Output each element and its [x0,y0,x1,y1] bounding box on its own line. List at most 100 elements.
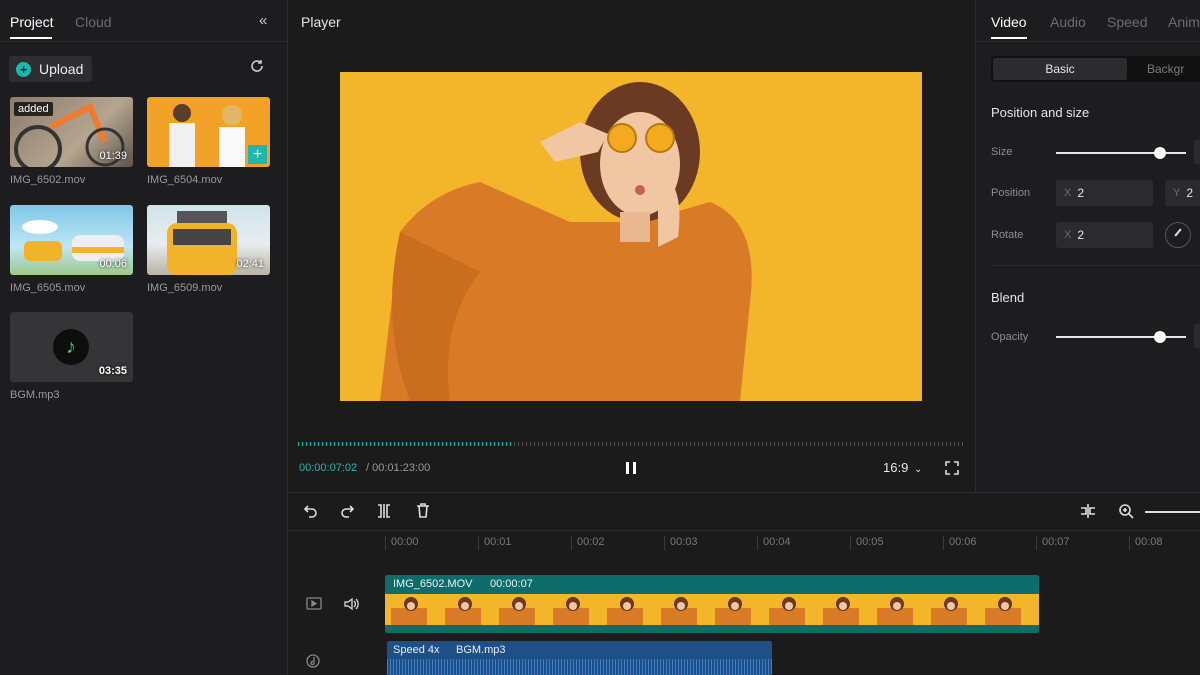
media-thumbnail[interactable]: added 01:39 [10,97,133,167]
added-badge: added [14,102,53,116]
player-title: Player [301,14,341,30]
track-header-area [0,492,288,675]
chevron-down-icon: ⌄ [913,464,923,475]
media-filename: IMG_6504.mov [147,174,223,186]
zoom-slider[interactable] [1145,511,1200,513]
duration-label: 02:41 [236,258,264,270]
inspector-panel: Video Audio Speed Anim Basic Backgr Posi… [975,0,1200,492]
position-y-value: 2 [1186,186,1194,200]
clip-filmstrip [385,594,1039,625]
pause-icon[interactable] [625,461,637,480]
dial-needle [1174,228,1182,237]
refresh-icon[interactable] [249,58,265,79]
ruler-tick: 00:00 [385,536,419,550]
clip-name: IMG_6502.MOV [393,578,473,590]
ruler-tick: 00:04 [757,536,791,550]
opacity-label: Opacity [991,331,1029,343]
rotate-value: 2 [1077,228,1085,242]
scrubber-track[interactable] [298,442,964,446]
current-time: 00:00:07:02 [299,462,358,474]
tab-cloud[interactable]: Cloud [75,14,112,30]
clip-time: 00:00:07 [490,578,533,590]
filmstrip-frames [391,597,1021,625]
ruler-tick: 00:03 [664,536,698,550]
size-value-field[interactable] [1194,140,1200,164]
media-thumbnail[interactable]: + [147,97,270,167]
delete-icon[interactable] [416,503,430,523]
tab-animation[interactable]: Anim [1168,14,1200,30]
double-chevron-left-icon[interactable]: « [259,12,267,29]
add-to-timeline-button[interactable]: + [248,145,267,164]
media-filename: IMG_6509.mov [147,282,223,294]
size-slider-handle[interactable] [1154,147,1166,159]
size-slider[interactable] [1056,147,1186,159]
ruler-tick: 00:08 [1129,536,1163,550]
aspect-ratio-label: 16:9 [883,460,909,475]
audio-track-icon [306,654,320,673]
aspect-ratio-dropdown[interactable]: 16:9 ⌄ [883,460,922,475]
position-y-field[interactable]: Y2 [1165,180,1200,206]
project-panel: Project Cloud « + Upload added 01:39 IMG… [0,0,288,492]
position-label: Position [991,187,1031,199]
split-icon[interactable] [377,504,391,523]
media-thumbnail[interactable]: 02:41 [147,205,270,275]
tab-audio[interactable]: Audio [1050,14,1086,30]
audio-speed-label: Speed 4x [393,644,440,656]
undo-icon[interactable] [303,504,319,523]
ruler-tick: 00:02 [571,536,605,550]
rotate-field[interactable]: X2 [1056,222,1153,248]
scrubber-progress [298,442,512,446]
size-label: Size [991,146,1013,158]
rotate-label: Rotate [991,229,1024,241]
player-panel: Player 00:00:07:02 / 00:01:23:00 16:9 ⌄ [288,0,974,492]
opacity-value-field[interactable] [1194,324,1200,348]
ruler-tick: 00:07 [1036,536,1070,550]
tab-indicator [991,37,1027,39]
divider [0,41,287,42]
video-clip[interactable]: IMG_6502.MOV 00:00:07 [385,575,1039,633]
ruler-tick: 00:06 [943,536,977,550]
audio-clip[interactable]: Speed 4x BGM.mp3 [387,641,772,675]
total-time: / 00:01:23:00 [366,462,431,474]
fullscreen-icon[interactable] [945,461,959,480]
position-x-field[interactable]: X2 [1056,180,1153,206]
media-filename: BGM.mp3 [10,389,60,401]
duration-label: 03:35 [98,365,127,377]
audio-clip-name: BGM.mp3 [456,644,506,656]
tab-speed[interactable]: Speed [1107,14,1147,30]
upload-label: Upload [39,61,84,77]
video-preview[interactable] [340,72,922,401]
tab-video[interactable]: Video [991,14,1027,30]
tab-project[interactable]: Project [10,14,54,30]
redo-icon[interactable] [339,504,355,523]
media-thumbnail[interactable]: ♪ 03:35 [10,312,133,382]
upload-button[interactable]: + Upload [9,56,92,82]
zoom-in-icon[interactable] [1118,503,1134,524]
subtab-background[interactable]: Backgr [1147,58,1184,80]
media-thumbnail[interactable]: 00:06 [10,205,133,275]
duration-label: 01:39 [99,150,127,162]
media-filename: IMG_6502.mov [10,174,86,186]
blend-heading: Blend [991,290,1025,305]
opacity-slider-handle[interactable] [1154,331,1166,343]
media-filename: IMG_6505.mov [10,282,86,294]
speaker-icon[interactable] [343,597,359,616]
woman-photo [380,82,752,401]
tab-indicator [10,37,52,39]
position-size-heading: Position and size [991,105,1090,120]
audio-waveform [387,659,772,675]
duration-label: 00:06 [99,258,127,270]
y-axis-label: Y [1173,187,1181,199]
music-note-icon: ♪ [53,329,89,365]
ruler-tick: 00:01 [478,536,512,550]
divider [976,41,1200,42]
subtab-basic[interactable]: Basic [993,58,1127,80]
x-axis-label: X [1064,229,1072,241]
divider [288,530,1200,531]
divider [991,265,1200,266]
rotate-dial-icon[interactable] [1165,222,1191,248]
snap-icon[interactable] [1080,504,1096,523]
plus-icon: + [16,61,31,77]
x-axis-label: X [1064,187,1072,199]
opacity-slider[interactable] [1056,331,1186,343]
